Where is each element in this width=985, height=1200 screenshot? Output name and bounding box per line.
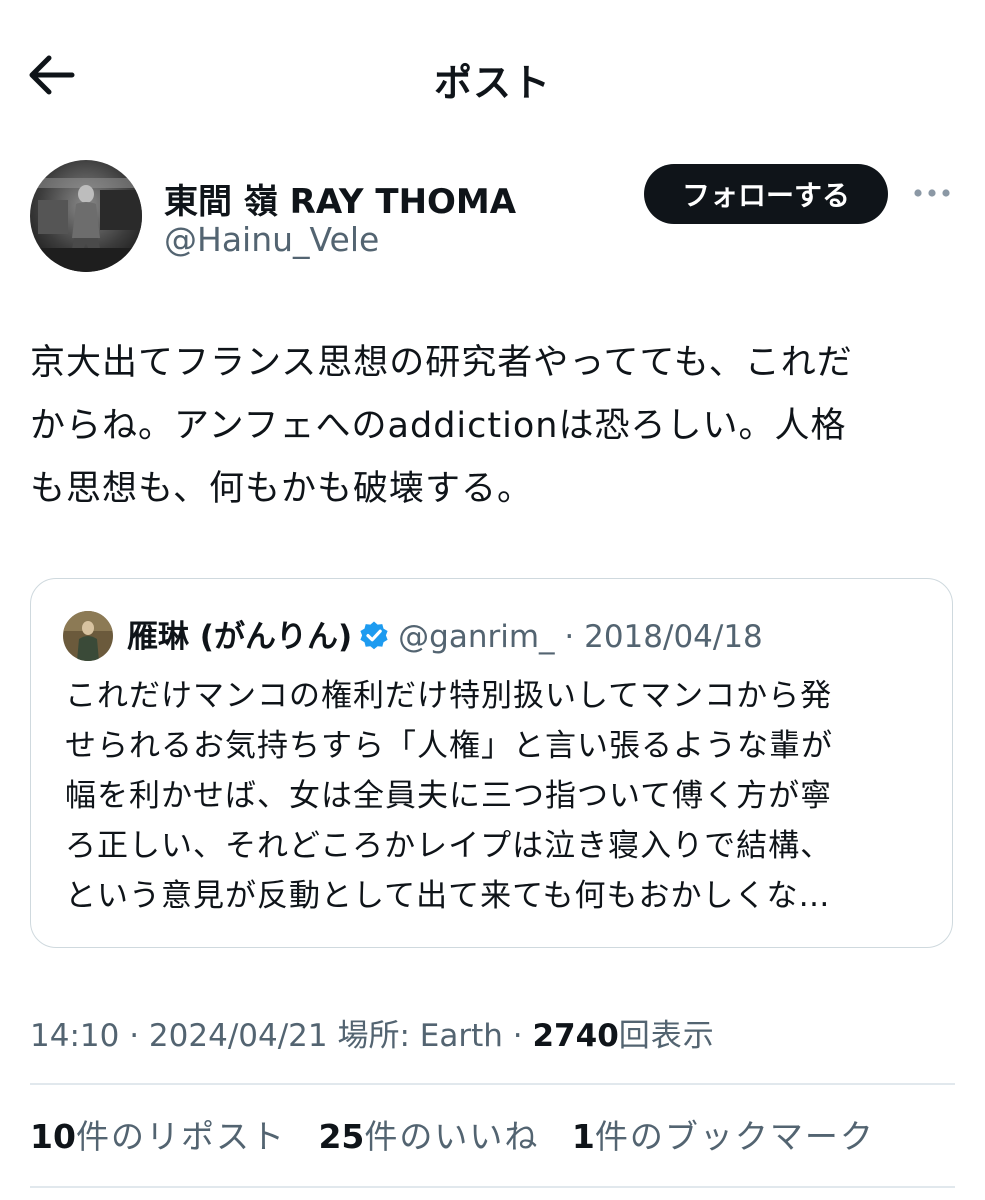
quote-header: 雁琳 (がんりん) @ganrim_ · 2018/04/18 (127, 615, 763, 664)
bookmarks-stat[interactable]: 1件のブックマーク (572, 1110, 875, 1158)
post-text-line: も思想も、何もかも破壊する。 (30, 469, 533, 509)
post-text-line: からね。アンフェへのaddictionは恐ろしい。人格 (30, 406, 847, 446)
post-text: 京大出てフランス思想の研究者やってても、これだ からね。アンフェへのaddict… (30, 332, 960, 521)
quote-text-line: これだけマンコの権利だけ特別扱いしてマンコから発 (65, 678, 833, 714)
views-count: 2740 (532, 1018, 619, 1054)
quote-date: 2018/04/18 (584, 619, 763, 655)
quote-text-line: せられるお気持ちすら「人権」と言い張るような輩が (65, 728, 833, 764)
quote-separator: · (564, 619, 575, 655)
reposts-label: 件のリポスト (75, 1117, 286, 1156)
meta-separator: · (129, 1018, 140, 1054)
author-handle[interactable]: @Hainu_Vele (164, 220, 379, 259)
likes-stat[interactable]: 25件のいいね (318, 1110, 539, 1158)
engagement-stats: 10件のリポスト 25件のいいね 1件のブックマーク (30, 1110, 897, 1158)
quote-text-line: ろ正しい、それどころかレイプは泣き寝入りで結構、 (65, 828, 833, 864)
top-bar: ポスト (0, 0, 985, 150)
quoted-post[interactable]: 雁琳 (がんりん) @ganrim_ · 2018/04/18 これだけマンコの権… (30, 578, 953, 948)
bookmarks-label: 件のブックマーク (594, 1117, 875, 1156)
quote-avatar (63, 611, 113, 661)
quote-text-line: 幅を利かせば、女は全員夫に三つ指ついて傅く方が寧 (65, 778, 833, 814)
divider (30, 1186, 955, 1188)
meta-separator: · (512, 1018, 523, 1054)
post-text-line: 京大出てフランス思想の研究者やってても、これだ (30, 343, 853, 383)
author-avatar[interactable] (30, 160, 142, 272)
quote-text-line: という意見が反動として出て来ても何もおかしくな… (65, 878, 831, 914)
likes-label: 件のいいね (364, 1117, 540, 1156)
quote-text: これだけマンコの権利だけ特別扱いしてマンコから発 せられるお気持ちすら「人権」と… (65, 671, 925, 921)
more-button[interactable] (910, 178, 954, 208)
post-location: 場所: Earth (337, 1018, 503, 1054)
quote-author-handle: @ganrim_ (398, 619, 555, 655)
likes-count: 25 (318, 1117, 365, 1156)
author-name[interactable]: 東間 嶺 RAY THOMA (164, 174, 516, 223)
post-time[interactable]: 14:10 (30, 1018, 119, 1054)
verified-badge-icon (358, 620, 390, 664)
post-meta: 14:10 · 2024/04/21 場所: Earth · 2740回表示 (30, 1010, 715, 1055)
more-horizontal-icon (914, 189, 950, 197)
reposts-stat[interactable]: 10件のリポスト (30, 1110, 286, 1158)
views-label: 回表示 (618, 1018, 715, 1054)
reposts-count: 10 (30, 1117, 76, 1156)
follow-button[interactable]: フォローする (644, 164, 888, 224)
divider (30, 1083, 955, 1085)
post-date[interactable]: 2024/04/21 (149, 1018, 328, 1054)
quote-author-name: 雁琳 (がんりん) (127, 619, 353, 655)
author-row: 東間 嶺 RAY THOMA @Hainu_Vele フォローする (30, 160, 955, 275)
page-title: ポスト (433, 61, 551, 105)
bookmarks-count: 1 (571, 1117, 595, 1156)
